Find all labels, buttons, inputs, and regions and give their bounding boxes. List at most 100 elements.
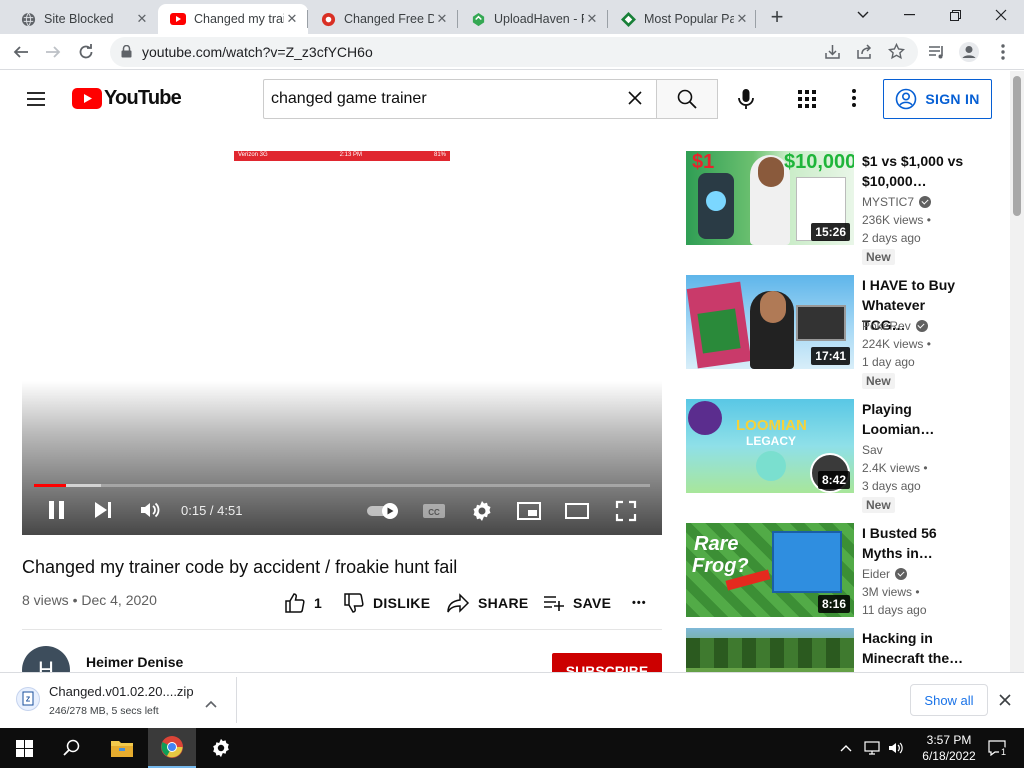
tab-changed-free-download[interactable]: Changed Free Download ✕	[308, 4, 458, 34]
download-filename[interactable]: Changed.v01.02.20....zip	[49, 684, 194, 699]
channel-name[interactable]: Sav	[862, 443, 883, 457]
progress-bar[interactable]	[34, 484, 650, 487]
show-hidden-icons-icon[interactable]	[836, 728, 856, 768]
fullscreen-icon[interactable]	[614, 499, 638, 528]
tab-most-popular[interactable]: Most Popular Pages ✕	[608, 4, 758, 34]
search-query[interactable]: changed game trainer	[271, 90, 427, 108]
video-thumbnail[interactable]: Rare Frog? 8:16	[686, 523, 854, 617]
search-input[interactable]: changed game trainer	[263, 79, 656, 119]
install-app-icon[interactable]	[824, 43, 841, 65]
bookmark-star-icon[interactable]	[887, 42, 906, 65]
next-video-icon[interactable]	[92, 498, 114, 527]
tab-strip: Site Blocked ✕ Changed my trainer code b…	[0, 0, 1024, 34]
chrome-taskbar-icon[interactable]	[148, 728, 196, 768]
diamond-favicon-icon	[620, 11, 636, 27]
tab-youtube-video[interactable]: Changed my trainer code by accident ✕	[158, 4, 308, 34]
close-tab-icon[interactable]: ✕	[434, 11, 450, 27]
volume-icon[interactable]	[138, 498, 162, 527]
close-window-button[interactable]	[978, 0, 1024, 30]
network-icon[interactable]	[860, 728, 884, 768]
share-page-icon[interactable]	[856, 43, 873, 65]
more-actions-icon[interactable]: •••	[632, 592, 647, 614]
video-thumbnail[interactable]: $1 $10,000 15:26	[686, 151, 854, 245]
new-tab-button[interactable]: +	[764, 4, 790, 30]
show-all-button[interactable]: Show all	[910, 684, 988, 716]
windows-start-icon[interactable]	[0, 728, 48, 768]
video-title[interactable]: Hacking in Minecraft the…	[862, 628, 972, 668]
notification-center-icon[interactable]: 1	[982, 728, 1012, 768]
miniplayer-icon[interactable]	[516, 499, 542, 528]
phone-status-bar: Verizon 3G 2:13 PM 81%	[234, 151, 450, 161]
video-thumbnail[interactable]: 17:41	[686, 275, 854, 369]
apps-grid-icon[interactable]	[797, 89, 817, 114]
channel-name[interactable]: PokeRev	[862, 319, 928, 333]
close-tab-icon[interactable]: ✕	[284, 11, 300, 27]
system-clock[interactable]: 3:57 PM 6/18/2022	[918, 732, 980, 764]
settings-gear-icon[interactable]	[470, 499, 494, 528]
video-player[interactable]: Verizon 3G 2:13 PM 81% 0:15 / 4:51 CC	[22, 141, 662, 535]
captions-icon[interactable]: CC	[422, 501, 446, 526]
recommended-video[interactable]: $1 $10,000 15:26 $1 vs $1,000 vs $10,000…	[686, 151, 1006, 266]
recommended-video[interactable]: 17:41 I HAVE to Buy Whatever TCG… PokeRe…	[686, 275, 1006, 390]
clock-date: 6/18/2022	[922, 749, 976, 763]
video-thumbnail[interactable]	[686, 628, 854, 672]
svg-text:CC: CC	[428, 508, 440, 517]
channel-name[interactable]: MYSTIC7	[862, 195, 932, 209]
address-bar[interactable]: youtube.com/watch?v=Z_z3cfYCH6o	[110, 37, 918, 67]
recommended-video[interactable]: LOOMIAN LEGACY 8:42 Playing Loomian… Sav…	[686, 399, 1006, 514]
minimize-button[interactable]	[886, 0, 932, 30]
close-tab-icon[interactable]: ✕	[734, 11, 750, 27]
settings-gear-icon[interactable]	[197, 728, 245, 768]
channel-label: Sav	[862, 443, 883, 457]
reload-icon[interactable]	[73, 40, 99, 64]
close-tab-icon[interactable]: ✕	[584, 11, 600, 27]
clear-search-icon[interactable]	[628, 91, 642, 110]
volume-icon[interactable]	[884, 728, 908, 768]
like-count: 1	[314, 595, 323, 611]
hamburger-menu-icon[interactable]	[24, 87, 48, 116]
like-button[interactable]: 1	[284, 592, 322, 614]
channel-name[interactable]: Heimer Denise	[86, 654, 183, 670]
pause-icon[interactable]	[46, 498, 68, 527]
settings-more-icon[interactable]	[852, 89, 856, 112]
media-controls-icon[interactable]	[924, 40, 950, 64]
forward-arrow-icon[interactable]	[40, 40, 66, 64]
youtube-logo[interactable]: YouTube	[72, 87, 182, 110]
url-text[interactable]: youtube.com/watch?v=Z_z3cfYCH6o	[142, 44, 373, 60]
save-button[interactable]: SAVE	[543, 592, 611, 614]
tab-search-icon[interactable]	[840, 0, 886, 30]
video-title[interactable]: $1 vs $1,000 vs $10,000…	[862, 151, 972, 191]
restore-button[interactable]	[932, 0, 978, 30]
autoplay-toggle[interactable]	[366, 501, 402, 526]
tab-uploadhaven[interactable]: UploadHaven - File ✕	[458, 4, 608, 34]
close-tab-icon[interactable]: ✕	[134, 11, 150, 27]
share-button[interactable]: SHARE	[446, 592, 529, 614]
recommended-video[interactable]: Hacking in Minecraft the…	[686, 628, 1006, 672]
dislike-label: DISLIKE	[373, 595, 431, 611]
close-download-bar-icon[interactable]	[999, 693, 1011, 711]
channel-name[interactable]: Eider	[862, 567, 908, 581]
theater-mode-icon[interactable]	[564, 499, 590, 528]
lock-icon[interactable]	[121, 44, 132, 63]
chrome-menu-icon[interactable]	[990, 40, 1016, 64]
file-explorer-icon[interactable]	[98, 728, 146, 768]
search-icon[interactable]	[48, 728, 96, 768]
recommended-video[interactable]: Rare Frog? 8:16 I Busted 56 Myths in… Ei…	[686, 523, 1006, 623]
sign-in-button[interactable]: SIGN IN	[883, 79, 992, 119]
video-title[interactable]: I Busted 56 Myths in…	[862, 523, 972, 563]
video-duration: 8:42	[817, 471, 850, 489]
back-arrow-icon[interactable]	[8, 40, 34, 64]
glow-graphic	[706, 191, 726, 211]
tab-site-blocked[interactable]: Site Blocked ✕	[8, 4, 158, 34]
phone-battery: 81%	[433, 152, 446, 158]
voice-search-icon[interactable]	[734, 87, 758, 116]
video-thumbnail[interactable]: LOOMIAN LEGACY 8:42	[686, 399, 854, 493]
globe-icon	[20, 11, 36, 27]
dislike-button[interactable]: DISLIKE	[343, 592, 430, 614]
profile-avatar-icon[interactable]	[956, 40, 982, 64]
video-title[interactable]: Playing Loomian…	[862, 399, 972, 439]
chevron-up-icon[interactable]	[205, 695, 217, 713]
view-count: 2.4K views •	[862, 461, 928, 475]
search-button[interactable]	[656, 79, 718, 119]
scrollbar-thumb[interactable]	[1013, 76, 1021, 216]
